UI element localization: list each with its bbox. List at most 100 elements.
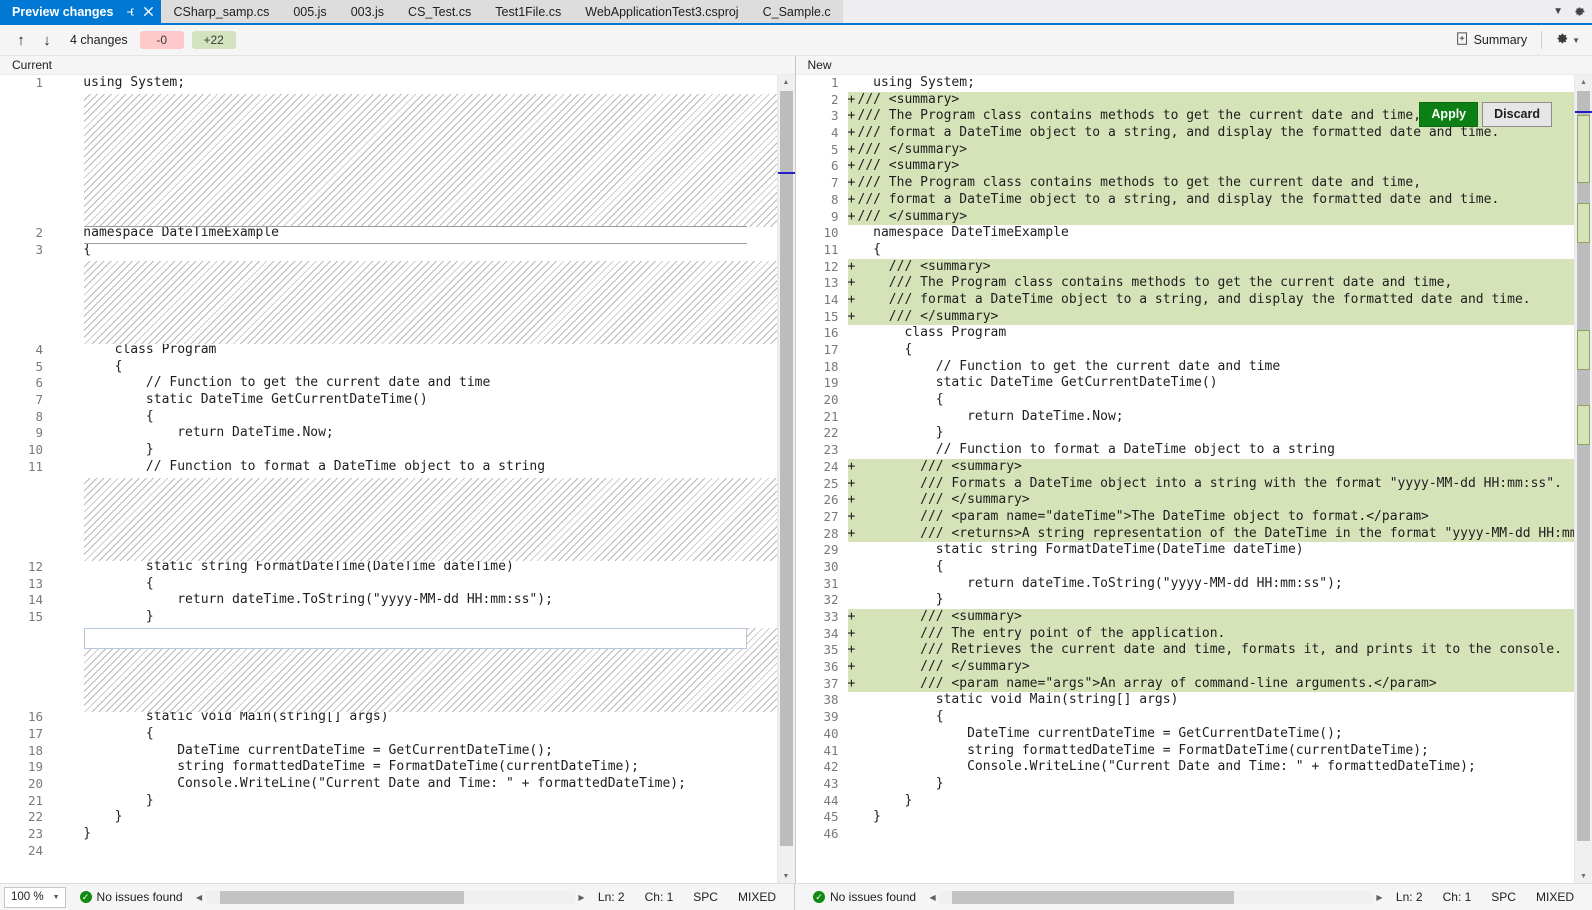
chevron-down-icon[interactable]: ▼ <box>1553 6 1563 17</box>
new-hscroll-track[interactable] <box>939 890 1373 904</box>
diff-marker: + <box>847 625 856 641</box>
current-vertical-scrollbar[interactable]: ▲ ▼ <box>776 75 795 883</box>
tab-webapplicationtest3-csproj[interactable]: WebApplicationTest3.csproj <box>573 0 751 23</box>
code-line: 30 { <box>796 559 1575 576</box>
code-text: DateTime currentDateTime = GetCurrentDat… <box>52 742 553 758</box>
line-number: 46 <box>823 825 839 841</box>
added-code-line: 13 + /// The Program class contains metho… <box>795 275 1574 292</box>
code-line: 46 <box>796 826 1575 843</box>
gear-icon <box>1554 31 1569 49</box>
scroll-left-icon[interactable]: ◀ <box>926 889 939 906</box>
change-marker[interactable] <box>1577 203 1590 243</box>
phantom-line <box>0 526 777 543</box>
added-code-line: 14 + /// format a DateTime object to a st… <box>795 291 1574 309</box>
next-change-button[interactable]: ↓ <box>34 28 60 52</box>
additions-badge: +22 <box>191 31 236 49</box>
added-code-line: 36 + /// </summary> <box>795 659 1574 676</box>
current-scroll-thumb[interactable] <box>779 91 793 846</box>
code-line: 3 { <box>0 242 777 259</box>
tab-c-sample-c[interactable]: C_Sample.c <box>750 0 843 23</box>
current-code-area[interactable]: 1 using System; 2 namespace DateTimeExamp… <box>0 75 795 883</box>
tab-label: 003.js <box>350 4 385 19</box>
new-code-area[interactable]: 1 using System; 2 +/// <summary> 3 +/// The … <box>795 75 1592 883</box>
code-line: 31 return dateTime.ToString("yyyy-MM-dd … <box>796 576 1575 593</box>
tab-label: Test1File.cs <box>495 4 562 19</box>
tab-003-js[interactable]: 003.js <box>338 0 397 23</box>
phantom-line <box>0 259 777 276</box>
new-issues-status[interactable]: ✓ No issues found <box>813 890 916 904</box>
code-line: 2 namespace DateTimeExample <box>0 225 777 242</box>
current-encoding: MIXED <box>737 890 776 904</box>
code-text: /// format a DateTime object to a string… <box>857 191 1500 207</box>
diff-marker: + <box>847 308 856 324</box>
scroll-left-icon[interactable]: ◀ <box>193 889 206 906</box>
discard-button[interactable]: Discard <box>1482 102 1552 127</box>
tab-preview-changes[interactable]: Preview changes <box>0 0 162 23</box>
line-number: 16 <box>27 709 43 725</box>
new-hscroll-thumb[interactable] <box>952 890 1235 904</box>
current-cursor-marker <box>777 172 795 174</box>
line-number: 15 <box>795 308 848 326</box>
scroll-up-icon[interactable]: ▲ <box>1575 75 1592 89</box>
tab-label: 005.js <box>293 4 327 19</box>
diff-marker: + <box>847 508 856 524</box>
code-text: static DateTime GetCurrentDateTime() <box>52 392 428 408</box>
current-hscroll-thumb[interactable] <box>220 890 465 904</box>
new-horizontal-scrollbar[interactable]: ◀ ▶ <box>926 889 1386 906</box>
scroll-up-icon[interactable]: ▲ <box>778 75 795 89</box>
tab-csharp-samp-cs[interactable]: CSharp_samp.cs <box>161 0 282 23</box>
code-text: { <box>857 709 944 725</box>
scroll-right-icon[interactable]: ▶ <box>575 889 588 906</box>
line-number: 8 <box>35 408 43 424</box>
zoom-level-selector[interactable]: 100 % ▼ <box>4 886 66 908</box>
line-number: 29 <box>823 542 839 558</box>
added-code-line: 5 +/// </summary> <box>795 141 1574 159</box>
settings-button[interactable]: ▼ <box>1550 29 1584 51</box>
scroll-down-icon[interactable]: ▼ <box>778 869 795 883</box>
change-marker[interactable] <box>1577 405 1590 445</box>
gear-icon[interactable] <box>1573 5 1586 18</box>
code-text: class Program <box>857 325 1007 341</box>
current-hscroll-track[interactable] <box>205 890 575 904</box>
line-number: 6 <box>35 375 43 391</box>
diff-marker: + <box>847 659 856 675</box>
diff-marker: + <box>847 675 856 691</box>
tab-cs-test-cs[interactable]: CS_Test.cs <box>396 0 484 23</box>
code-text: static string FormatDateTime(DateTime da… <box>857 542 1304 558</box>
code-text: } <box>857 792 913 808</box>
summary-button[interactable]: Summary <box>1450 30 1533 51</box>
close-icon[interactable] <box>139 3 157 21</box>
code-line: 14 return dateTime.ToString("yyyy-MM-dd … <box>0 592 777 609</box>
code-text: using System; <box>52 75 186 90</box>
code-line: 20 Console.WriteLine("Current Date and T… <box>0 776 777 793</box>
previous-change-button[interactable]: ↑ <box>8 28 34 52</box>
code-text: /// </summary> <box>857 659 1030 675</box>
check-circle-icon: ✓ <box>813 891 825 903</box>
pin-icon[interactable] <box>121 3 139 21</box>
code-text: class Program <box>52 342 217 357</box>
tab-icons <box>121 3 157 21</box>
scroll-down-icon[interactable]: ▼ <box>1575 869 1592 883</box>
apply-button[interactable]: Apply <box>1419 102 1479 127</box>
diff-marker: + <box>847 609 856 624</box>
line-number: 13 <box>795 275 848 292</box>
current-horizontal-scrollbar[interactable]: ◀ ▶ <box>193 889 588 906</box>
change-marker[interactable] <box>1577 115 1590 183</box>
change-marker[interactable] <box>1577 330 1590 370</box>
code-text: namespace DateTimeExample <box>52 225 279 241</box>
tab-005-js[interactable]: 005.js <box>281 0 339 23</box>
tab-test1file-cs[interactable]: Test1File.cs <box>483 0 574 23</box>
new-vertical-scrollbar[interactable]: ▲ ▼ <box>1574 75 1592 883</box>
scroll-right-icon[interactable]: ▶ <box>1373 889 1386 906</box>
code-text: { <box>857 342 913 357</box>
line-number: 5 <box>795 141 848 159</box>
line-number: 21 <box>823 408 839 424</box>
code-text: /// <returns>A string representation of … <box>920 525 1574 541</box>
line-number: 16 <box>823 325 839 341</box>
added-code-line: 15 + /// </summary> <box>795 308 1574 326</box>
line-number: 32 <box>823 592 839 608</box>
diff-marker: + <box>847 458 856 474</box>
current-issues-status[interactable]: ✓ No issues found <box>79 890 183 904</box>
phantom-line <box>0 108 777 125</box>
line-number: 4 <box>795 125 848 142</box>
